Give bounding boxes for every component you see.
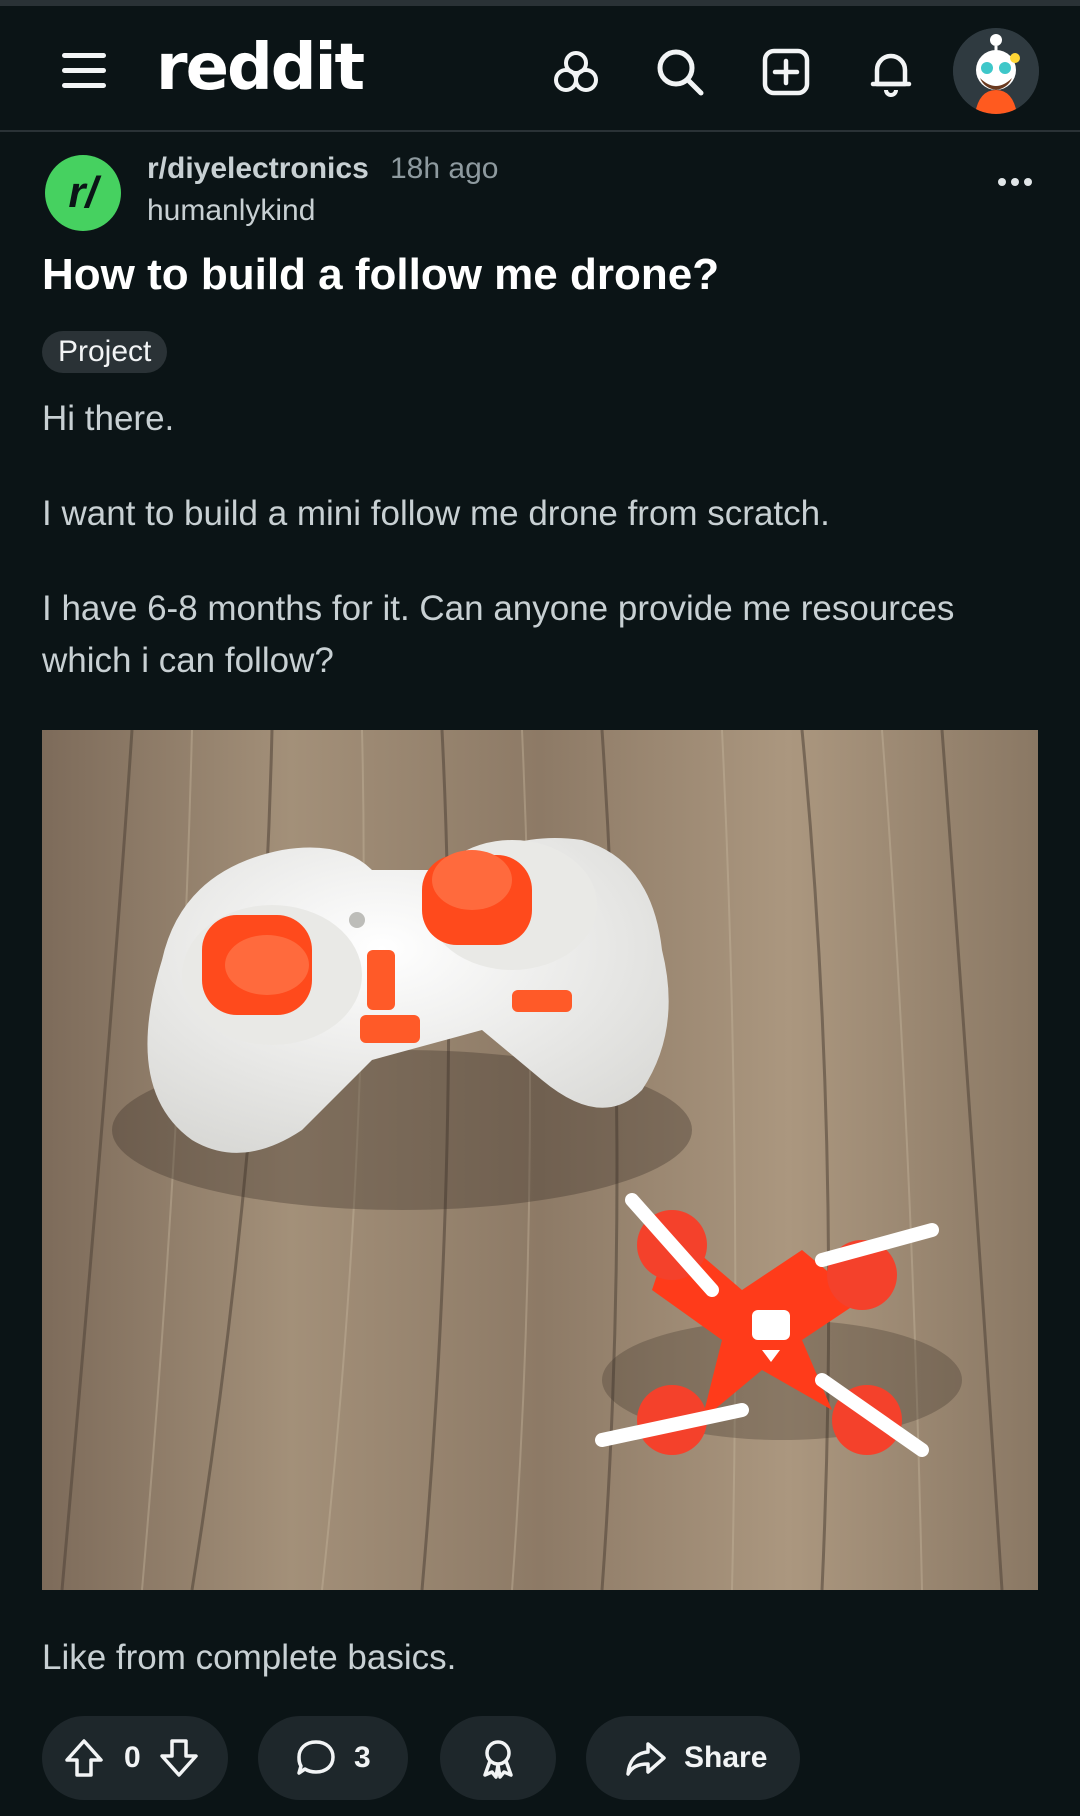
post-footer-text: Like from complete basics. bbox=[42, 1638, 457, 1677]
subreddit-icon[interactable]: r/ bbox=[45, 155, 121, 231]
post-header: r/ r/diyelectronics 18h ago humanlykind bbox=[0, 140, 1080, 240]
subreddit-name[interactable]: r/diyelectronics bbox=[147, 152, 369, 186]
downvote-icon[interactable] bbox=[157, 1736, 201, 1780]
post-image[interactable] bbox=[42, 730, 1038, 1590]
popular-icon[interactable] bbox=[550, 46, 602, 98]
more-options-icon[interactable] bbox=[990, 160, 1040, 200]
vote-score: 0 bbox=[124, 1741, 141, 1774]
notifications-icon[interactable] bbox=[865, 46, 917, 98]
search-icon[interactable] bbox=[654, 46, 706, 98]
body-paragraph: I have 6-8 months for it. Can anyone pro… bbox=[42, 589, 955, 680]
create-post-icon[interactable] bbox=[760, 46, 812, 98]
comments-button[interactable]: 3 bbox=[258, 1716, 408, 1800]
post-actions: 0 3 Share bbox=[0, 1716, 1080, 1802]
share-label: Share bbox=[684, 1741, 768, 1774]
post-flair[interactable]: Project bbox=[42, 331, 168, 373]
vote-pill: 0 bbox=[42, 1716, 228, 1800]
top-app-bar: reddit bbox=[0, 6, 1080, 132]
body-paragraph: Hi there. bbox=[42, 399, 175, 438]
body-paragraph: I want to build a mini follow me drone f… bbox=[42, 494, 830, 533]
award-icon bbox=[483, 1740, 513, 1779]
award-button[interactable] bbox=[440, 1716, 556, 1800]
post-age: 18h ago bbox=[390, 152, 499, 185]
comment-icon bbox=[297, 1740, 335, 1775]
upvote-icon[interactable] bbox=[62, 1736, 106, 1780]
author-name[interactable]: humanlykind bbox=[147, 194, 315, 228]
share-icon bbox=[626, 1742, 666, 1776]
post-title: How to build a follow me drone? bbox=[42, 250, 720, 299]
user-avatar[interactable] bbox=[953, 28, 1039, 114]
menu-icon[interactable] bbox=[62, 50, 106, 90]
comment-count: 3 bbox=[354, 1741, 371, 1774]
share-button[interactable]: Share bbox=[586, 1716, 800, 1800]
reddit-logo[interactable]: reddit bbox=[156, 28, 365, 108]
